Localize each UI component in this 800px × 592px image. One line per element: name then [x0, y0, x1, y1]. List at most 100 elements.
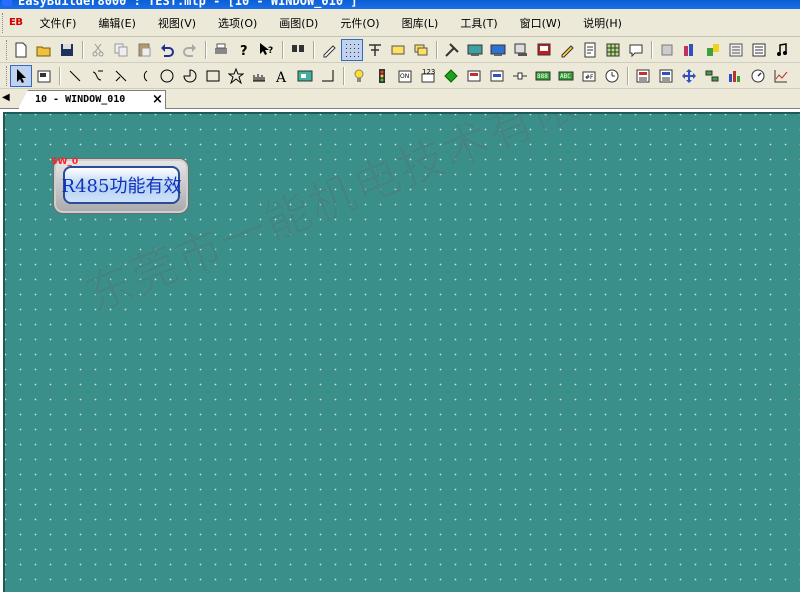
- menu-library[interactable]: 图库(L): [391, 15, 450, 31]
- object-icon[interactable]: [702, 39, 724, 61]
- svg-text:ABC: ABC: [560, 73, 571, 80]
- menu-draw[interactable]: 画图(D): [268, 15, 329, 31]
- copy-icon[interactable]: [110, 39, 132, 61]
- switch-face: R485功能有效: [61, 166, 182, 204]
- align-icon[interactable]: [364, 39, 386, 61]
- new-icon[interactable]: [10, 39, 32, 61]
- ascii-icon[interactable]: ABC: [555, 65, 577, 87]
- tab-window-010[interactable]: 10 - WINDOW_010 ×: [18, 90, 166, 109]
- window-icon[interactable]: [387, 39, 409, 61]
- print-icon[interactable]: [210, 39, 232, 61]
- undo-icon[interactable]: [156, 39, 178, 61]
- dimension-icon[interactable]: [317, 65, 339, 87]
- record-icon[interactable]: [533, 39, 555, 61]
- bit-lamp-icon[interactable]: [348, 65, 370, 87]
- text-icon[interactable]: A: [271, 65, 293, 87]
- menu-file[interactable]: 文件(F): [28, 15, 87, 31]
- toolbar-grip[interactable]: [6, 39, 8, 60]
- menu-view[interactable]: 视图(V): [147, 15, 207, 31]
- window-title: EasyBuilder8000 : TEST.mtp - [10 - WINDO…: [18, 0, 358, 8]
- find-icon[interactable]: [287, 39, 309, 61]
- app-icon: [2, 0, 12, 6]
- open-icon[interactable]: [33, 39, 55, 61]
- rectangle-icon[interactable]: [202, 65, 224, 87]
- context-help-icon[interactable]: ?: [256, 39, 278, 61]
- library-icon[interactable]: [679, 39, 701, 61]
- menu-edit[interactable]: 编辑(E): [87, 15, 147, 31]
- switch-id-tag: SW_0: [51, 157, 79, 167]
- multistate-icon[interactable]: [509, 65, 531, 87]
- word-lamp-icon[interactable]: [371, 65, 393, 87]
- save-icon[interactable]: [56, 39, 78, 61]
- star-icon[interactable]: [225, 65, 247, 87]
- select-arrow-icon[interactable]: [10, 64, 32, 87]
- menu-objects[interactable]: 元件(O): [329, 15, 390, 31]
- number-input-icon[interactable]: 123: [417, 65, 439, 87]
- document-tab-strip: ◀ 10 - WINDOW_010 ×: [0, 89, 800, 109]
- property-icon[interactable]: [33, 65, 55, 87]
- edit-icon[interactable]: [556, 39, 578, 61]
- toggle-icon[interactable]: [463, 65, 485, 87]
- svg-text:?: ?: [268, 46, 273, 56]
- half-arc-icon[interactable]: [133, 65, 155, 87]
- grid-icon[interactable]: [341, 38, 363, 61]
- slide-icon[interactable]: [486, 65, 508, 87]
- cut-icon[interactable]: [87, 39, 109, 61]
- menu-tools[interactable]: 工具(T): [449, 15, 508, 31]
- design-canvas[interactable]: 东莞市一能机电技术有限公司 R485功能有效 SW_0: [3, 112, 800, 592]
- tab-scroll-left-icon[interactable]: ◀: [2, 92, 10, 103]
- layer-icon[interactable]: [410, 39, 432, 61]
- separator: [82, 40, 84, 59]
- event-display-icon[interactable]: [655, 65, 677, 87]
- chat-icon[interactable]: [625, 39, 647, 61]
- picture-icon[interactable]: [294, 65, 316, 87]
- watermark-text: 东莞市一能机电技术有限公司: [78, 112, 678, 323]
- eb-logo: EB: [9, 17, 23, 28]
- meter-icon[interactable]: [747, 65, 769, 87]
- move-icon[interactable]: [678, 65, 700, 87]
- bar-chart-icon[interactable]: [724, 65, 746, 87]
- menu-bar: EB 文件(F) 编辑(E) 视图(V) 选项(O) 画图(D) 元件(O) 图…: [0, 9, 800, 37]
- set-bit-icon[interactable]: ON: [394, 65, 416, 87]
- switch-label: R485功能有效: [61, 176, 182, 197]
- line-icon[interactable]: [64, 65, 86, 87]
- separator: [205, 40, 207, 59]
- toolbar-grip[interactable]: [6, 65, 8, 86]
- function-key-icon[interactable]: [440, 65, 462, 87]
- animation-icon[interactable]: [701, 65, 723, 87]
- title-bar: EasyBuilder8000 : TEST.mtp - [10 - WINDO…: [0, 0, 800, 9]
- menubar-grip[interactable]: [2, 12, 4, 33]
- arc-icon[interactable]: [110, 65, 132, 87]
- download-icon[interactable]: [510, 39, 532, 61]
- menu-options[interactable]: 选项(O): [207, 15, 268, 31]
- alarm-bar-icon[interactable]: [632, 65, 654, 87]
- menu-window[interactable]: 窗口(W): [509, 15, 572, 31]
- polyline-icon[interactable]: [87, 65, 109, 87]
- transfer-icon[interactable]: [656, 39, 678, 61]
- object-toolbar: A ON 123 888 ABC #F: [0, 63, 800, 89]
- table-icon[interactable]: [602, 39, 624, 61]
- tab-close-icon[interactable]: ×: [152, 92, 163, 107]
- svg-text:888: 888: [537, 73, 548, 80]
- music-icon[interactable]: [771, 39, 793, 61]
- date-icon[interactable]: #F: [578, 65, 600, 87]
- pie-icon[interactable]: [179, 65, 201, 87]
- list-icon[interactable]: [725, 39, 747, 61]
- paste-icon[interactable]: [133, 39, 155, 61]
- separator: [627, 66, 629, 85]
- scale-icon[interactable]: [248, 65, 270, 87]
- simulate-icon[interactable]: [487, 39, 509, 61]
- page-icon[interactable]: [579, 39, 601, 61]
- redo-icon[interactable]: [179, 39, 201, 61]
- data-display-icon[interactable]: 888: [532, 65, 554, 87]
- pen-icon[interactable]: [318, 39, 340, 61]
- help-icon[interactable]: ?: [233, 39, 255, 61]
- menu-help[interactable]: 说明(H): [572, 15, 633, 31]
- list2-icon[interactable]: [748, 39, 770, 61]
- clock-icon[interactable]: [601, 65, 623, 87]
- tools-icon[interactable]: [441, 39, 463, 61]
- svg-text:A: A: [275, 70, 287, 84]
- trend-icon[interactable]: [770, 65, 792, 87]
- circle-icon[interactable]: [156, 65, 178, 87]
- compile-icon[interactable]: [464, 39, 486, 61]
